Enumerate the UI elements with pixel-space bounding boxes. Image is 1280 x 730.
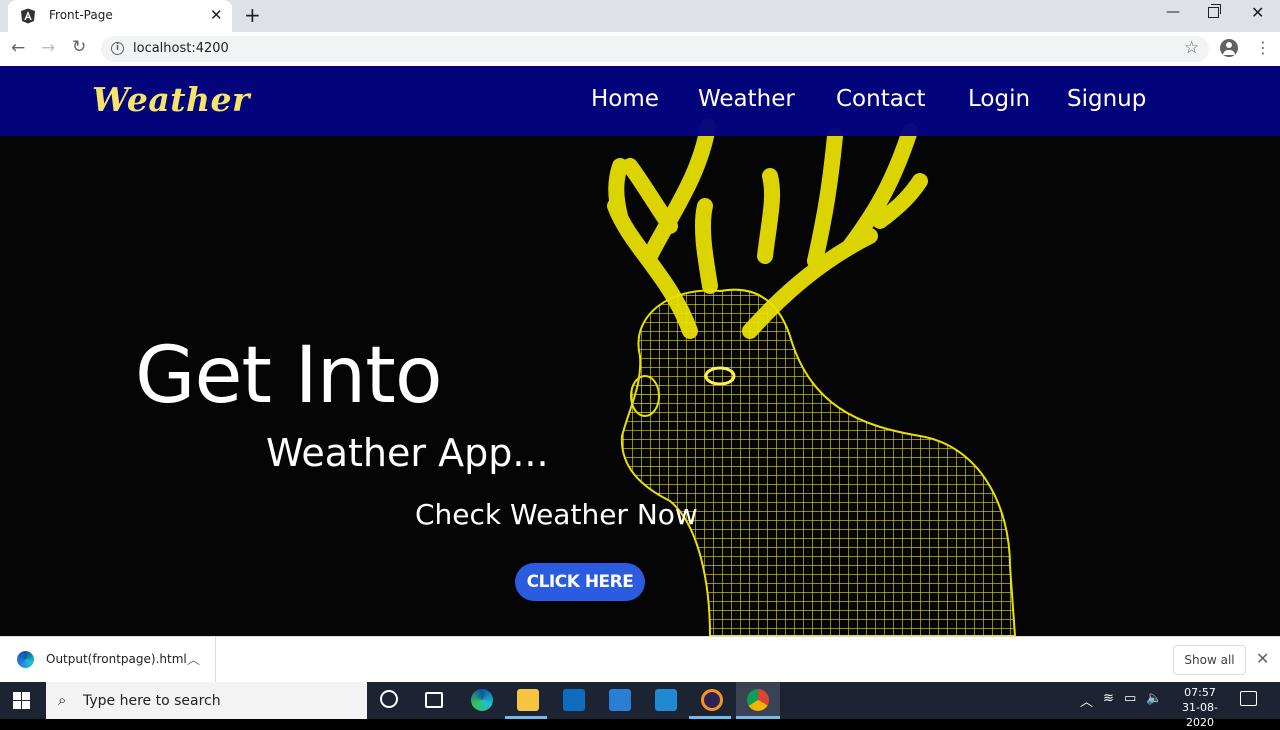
vscode-icon[interactable] [655,689,677,711]
cortana-icon[interactable] [380,690,398,708]
download-item[interactable]: Output(frontpage).html ︿ [0,637,216,683]
site-navbar: Weather Home Weather Contact Login Signu… [0,66,1280,136]
show-all-button[interactable]: Show all [1173,645,1246,675]
web-page: Weather Home Weather Contact Login Signu… [0,66,1280,636]
wifi-icon[interactable]: ≋ [1103,691,1114,706]
click-here-button[interactable]: CLICK HERE [515,563,645,601]
clock-time: 07:57 [1184,686,1216,699]
hero-cta-text: Check Weather Now [415,498,698,531]
windows-start-icon[interactable] [13,692,30,709]
wireframe-deer-image [607,118,1017,636]
nav-signup[interactable]: Signup [1067,86,1146,112]
battery-icon[interactable]: ▭ [1124,691,1136,706]
menu-dots-icon[interactable]: ⋮ [1255,40,1271,56]
hero-title: Get Into [135,331,443,421]
angular-icon [21,8,35,24]
site-logo[interactable]: Weather [92,80,250,119]
taskbar-search[interactable]: ⌕ Type here to search [46,682,367,719]
url-text[interactable]: localhost:4200 [133,41,229,56]
close-tab-icon[interactable]: ✕ [210,7,223,23]
nav-home[interactable]: Home [591,86,659,112]
tab-title: Front-Page [49,8,113,22]
clock-date: 31-08-2020 [1182,701,1218,729]
nav-weather[interactable]: Weather [698,86,795,112]
edge-icon[interactable] [471,689,493,711]
chrome-icon[interactable] [747,689,769,711]
edge-file-icon [17,651,34,668]
address-bar[interactable]: i localhost:4200 ☆ [101,36,1209,62]
restore-icon[interactable] [1208,4,1221,18]
reload-icon[interactable]: ↻ [72,37,86,57]
chevron-up-icon[interactable]: ︿ [187,649,200,668]
windows-taskbar: ⌕ Type here to search ︿ ≋ ▭ 🔈 07:57 31-0… [0,682,1280,729]
tray-chevron-icon[interactable]: ︿ [1080,691,1093,710]
download-filename[interactable]: Output(frontpage).html [46,652,187,666]
task-view-icon[interactable] [425,692,443,708]
file-explorer-icon[interactable] [517,689,539,711]
new-tab-icon[interactable]: + [244,4,261,26]
browser-toolbar: ← → ↻ i localhost:4200 ☆ [0,32,1280,66]
action-center-icon[interactable] [1240,691,1257,706]
profile-icon[interactable] [1220,39,1238,57]
search-icon: ⌕ [58,691,67,709]
close-download-bar-icon[interactable]: ✕ [1256,649,1269,668]
volume-icon[interactable]: 🔈 [1146,691,1162,706]
hero-subtitle: Weather App... [266,431,549,475]
nav-contact[interactable]: Contact [836,86,925,112]
store-icon[interactable] [563,689,585,711]
forward-arrow-icon[interactable]: → [41,38,55,58]
search-placeholder[interactable]: Type here to search [83,693,221,709]
back-arrow-icon[interactable]: ← [11,38,25,58]
minimize-icon[interactable]: — [1166,4,1180,20]
bookmark-star-icon[interactable]: ☆ [1184,38,1199,58]
browser-tab-bar: Front-Page ✕ + — ✕ [0,0,1280,32]
browser-tab[interactable]: Front-Page ✕ [8,0,232,32]
download-bar: Output(frontpage).html ︿ Show all ✕ [0,636,1280,683]
window-close-icon[interactable]: ✕ [1251,3,1264,22]
nav-login[interactable]: Login [968,86,1030,112]
taskbar-clock[interactable]: 07:57 31-08-2020 [1170,685,1230,730]
info-icon[interactable]: i [111,42,124,55]
mail-icon[interactable] [609,689,631,711]
eclipse-icon[interactable] [701,689,723,711]
